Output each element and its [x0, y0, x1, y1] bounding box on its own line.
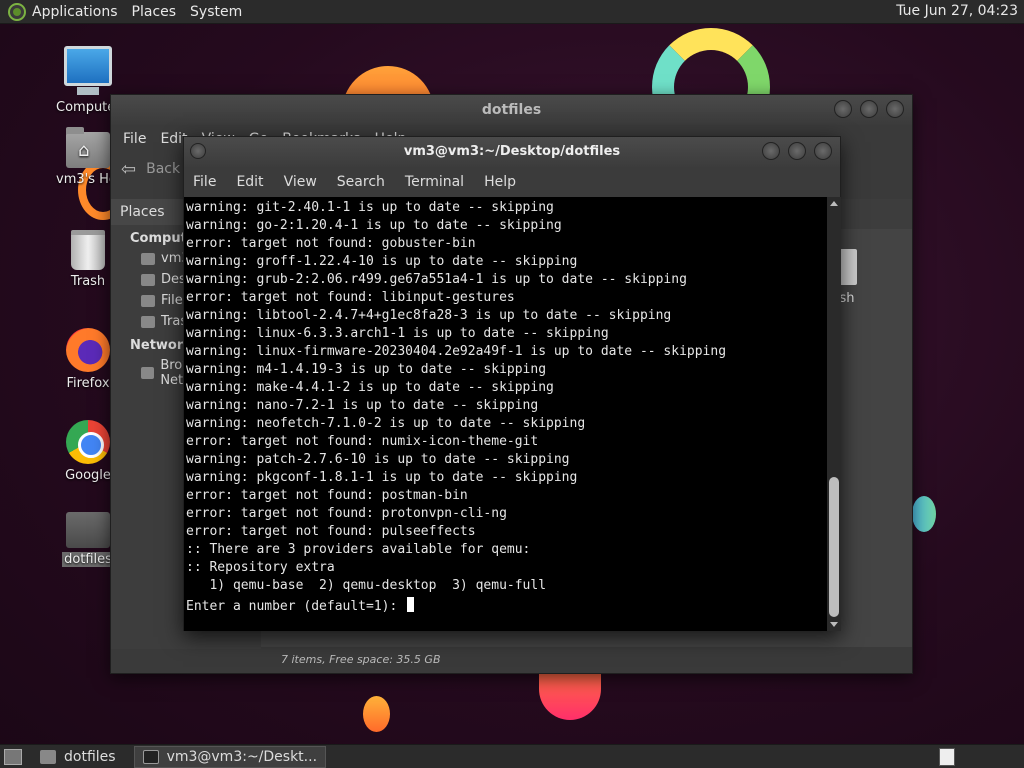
close-button[interactable]: [886, 100, 904, 118]
menu-help[interactable]: Help: [484, 174, 516, 190]
menu-file[interactable]: File: [123, 131, 146, 147]
terminal-icon: [142, 749, 159, 764]
show-desktop-button[interactable]: [4, 748, 22, 765]
menu-search[interactable]: Search: [337, 174, 385, 190]
taskbar-item-label: dotfiles: [64, 748, 116, 765]
terminal-titlebar[interactable]: vm3@vm3:~/Desktop/dotfiles: [184, 137, 840, 167]
menu-terminal[interactable]: Terminal: [405, 174, 464, 190]
menu-places[interactable]: Places: [132, 4, 177, 20]
wallpaper-small-orange-shape: [363, 696, 390, 732]
network-icon: [141, 367, 155, 379]
menu-edit[interactable]: Edit: [236, 174, 263, 190]
taskbar-item-label: vm3@vm3:~/Deskt...: [166, 748, 318, 765]
computer-icon: [64, 46, 112, 95]
home-folder-icon: ⌂: [66, 127, 110, 168]
terminal-prompt-line[interactable]: Enter a number (default=1):: [184, 595, 827, 616]
scroll-up-arrow-icon[interactable]: [830, 201, 838, 206]
folder-icon: [40, 749, 56, 764]
close-button[interactable]: [814, 142, 832, 160]
back-arrow-icon[interactable]: ⇦: [121, 159, 136, 180]
desktop-icon-label: dotfiles: [62, 552, 114, 567]
terminal-menubar: File Edit View Search Terminal Help: [184, 167, 840, 197]
wallpaper-blue-shape: [912, 496, 936, 532]
mate-menu-icon[interactable]: [8, 2, 26, 21]
taskbar-item-dotfiles[interactable]: dotfiles: [32, 746, 124, 768]
workspace-switcher[interactable]: [939, 748, 955, 766]
trash-icon: [71, 230, 105, 270]
terminal-scrollbar[interactable]: [827, 197, 841, 631]
menu-view[interactable]: View: [284, 174, 317, 190]
home-icon: [141, 252, 155, 265]
file-manager-titlebar[interactable]: dotfiles: [111, 95, 912, 125]
minimize-button[interactable]: [762, 142, 780, 160]
desktop-folder-icon: [141, 273, 155, 286]
window-title: vm3@vm3:~/Desktop/dotfiles: [403, 144, 621, 159]
terminal-text: warning: git-2.40.1-1 is up to date -- s…: [186, 200, 727, 593]
window-title: dotfiles: [481, 102, 542, 118]
file-item-label: sh: [839, 291, 855, 306]
maximize-button[interactable]: [860, 100, 878, 118]
terminal-window: vm3@vm3:~/Desktop/dotfiles File Edit Vie…: [183, 136, 841, 631]
menu-file[interactable]: File: [193, 174, 216, 190]
chrome-icon: [66, 420, 110, 464]
trash-icon: [141, 315, 155, 328]
scrollbar-thumb[interactable]: [829, 477, 839, 617]
minimize-button[interactable]: [834, 100, 852, 118]
terminal-prompt: Enter a number (default=1):: [186, 599, 406, 614]
taskbar-item-terminal[interactable]: vm3@vm3:~/Deskt...: [133, 745, 327, 768]
scroll-down-arrow-icon[interactable]: [830, 622, 838, 627]
maximize-button[interactable]: [788, 142, 806, 160]
drive-icon: [141, 294, 155, 307]
file-manager-statusbar: 7 items, Free space: 35.5 GB: [261, 647, 912, 673]
menu-applications[interactable]: Applications: [32, 4, 118, 20]
firefox-icon: [66, 328, 110, 372]
folder-icon: [66, 512, 110, 548]
window-menu-icon[interactable]: [190, 143, 206, 159]
top-panel: Applications Places System Tue Jun 27, 0…: [0, 0, 1024, 24]
menu-system[interactable]: System: [190, 4, 242, 20]
bottom-panel: dotfiles vm3@vm3:~/Deskt...: [0, 744, 1024, 768]
text-cursor: [407, 597, 415, 612]
panel-clock[interactable]: Tue Jun 27, 04:23: [896, 3, 1018, 19]
back-button[interactable]: Back: [146, 161, 180, 177]
terminal-output[interactable]: warning: git-2.40.1-1 is up to date -- s…: [184, 197, 827, 631]
